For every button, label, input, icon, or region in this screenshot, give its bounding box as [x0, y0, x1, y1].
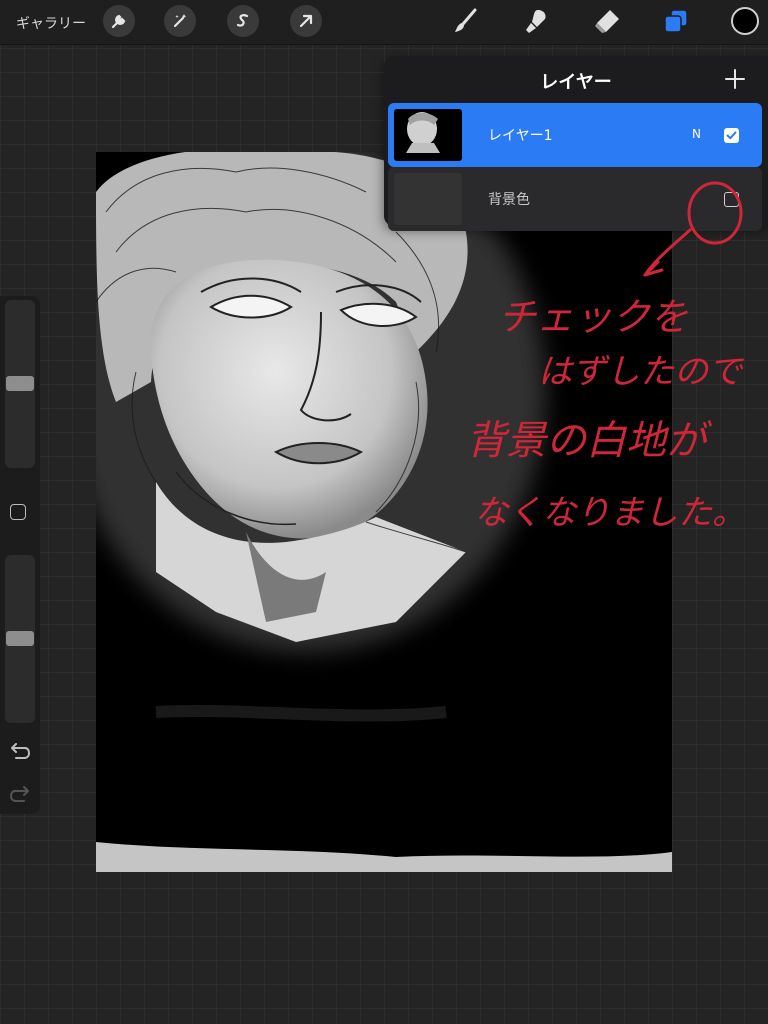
annotation-line-2: はずしたので — [538, 352, 744, 392]
layer-row-layer1[interactable]: レイヤー1 N — [388, 103, 762, 167]
opacity-thumb[interactable] — [6, 631, 34, 646]
color-picker-swatch[interactable] — [731, 7, 759, 35]
annotation-line-4: なくなりました。 — [474, 493, 746, 530]
layer-visibility-checkbox[interactable] — [724, 128, 739, 143]
layers-icon[interactable] — [661, 6, 691, 36]
brush-size-slider[interactable] — [5, 300, 35, 468]
eraser-icon[interactable] — [592, 6, 622, 36]
sidebar — [0, 296, 40, 814]
plus-icon[interactable] — [724, 68, 746, 90]
gallery-button[interactable]: ギャラリー — [16, 13, 86, 33]
annotation-line-1: チェックを — [498, 295, 688, 339]
layers-panel-title: レイヤー — [540, 72, 612, 93]
brush-icon[interactable] — [450, 6, 480, 36]
blend-mode-button[interactable]: N — [692, 127, 701, 141]
selection-s-icon[interactable] — [227, 5, 259, 37]
brush-size-thumb[interactable] — [6, 376, 34, 391]
wrench-icon[interactable] — [103, 5, 135, 37]
handwritten-annotation: チェックを はずしたので 背景の白地が なくなりました。 — [440, 170, 768, 533]
undo-icon[interactable] — [9, 743, 31, 765]
top-toolbar: ギャラリー — [0, 0, 768, 45]
annotation-line-3: 背景の白地が — [466, 418, 713, 464]
modify-button[interactable] — [10, 504, 26, 520]
layer-name: レイヤー1 — [488, 128, 553, 144]
layer-thumbnail — [394, 109, 462, 161]
redo-icon[interactable] — [9, 786, 31, 808]
opacity-slider[interactable] — [5, 555, 35, 723]
magic-wand-icon[interactable] — [164, 5, 196, 37]
annotation-circle — [687, 181, 743, 245]
smudge-icon[interactable] — [521, 6, 551, 36]
arrow-transform-icon[interactable] — [290, 5, 322, 37]
